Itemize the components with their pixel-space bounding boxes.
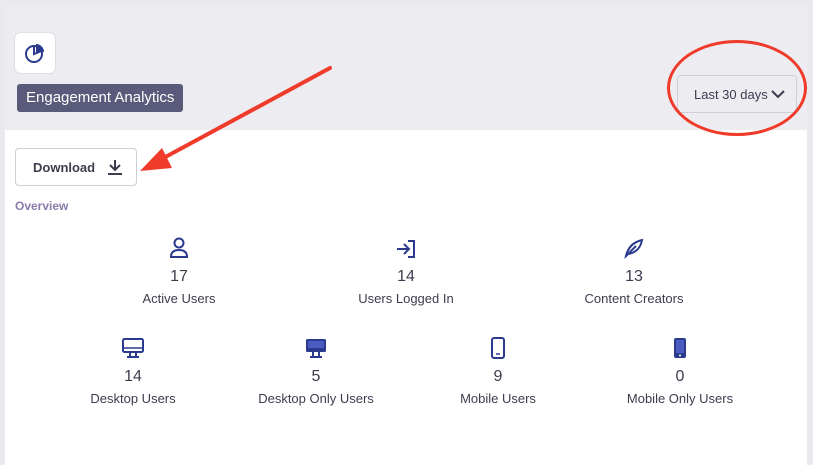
feather-icon	[544, 233, 724, 259]
overview-label: Overview	[15, 199, 69, 213]
analytics-card: Engagement Analytics Last 30 days Downlo…	[5, 5, 807, 465]
desktop-filled-icon	[226, 333, 406, 359]
stat-value: 14	[124, 368, 142, 385]
stat-value: 14	[397, 268, 415, 285]
chevron-down-icon	[771, 90, 785, 99]
download-button[interactable]: Download	[15, 148, 137, 186]
mobile-filled-icon	[590, 333, 770, 359]
stat-label: Mobile Users	[460, 391, 536, 406]
stat-users-logged-in: 14 Users Logged In	[316, 233, 496, 307]
stat-label: Desktop Only Users	[258, 391, 374, 406]
stat-value: 0	[675, 368, 685, 385]
stat-label: Desktop Users	[90, 391, 176, 406]
card-header: Engagement Analytics Last 30 days	[5, 5, 807, 130]
stat-mobile-users: 9 Mobile Users	[408, 333, 588, 407]
pie-chart-icon	[15, 33, 55, 73]
stat-label: Mobile Only Users	[626, 391, 734, 406]
stat-label: Users Logged In	[358, 291, 454, 306]
date-range-select[interactable]: Last 30 days	[677, 75, 797, 113]
stat-desktop-users: 14 Desktop Users	[43, 333, 223, 407]
stat-mobile-only-users: 0 Mobile Only Users	[590, 333, 770, 407]
user-icon	[89, 233, 269, 259]
login-icon	[316, 233, 496, 259]
desktop-icon	[43, 333, 223, 359]
stat-label: Content Creators	[584, 291, 684, 306]
stat-label: Active Users	[142, 291, 216, 306]
stat-desktop-only-users: 5 Desktop Only Users	[226, 333, 406, 407]
date-range-value: Last 30 days	[694, 86, 768, 102]
page-title: Engagement Analytics	[17, 84, 184, 112]
stat-value: 17	[170, 268, 188, 285]
stat-content-creators: 13 Content Creators	[544, 233, 724, 307]
stat-value: 9	[493, 368, 503, 385]
download-label: Download	[33, 159, 96, 175]
stat-value: 13	[625, 268, 643, 285]
stat-value: 5	[311, 368, 321, 385]
download-icon	[108, 160, 122, 175]
mobile-icon	[408, 333, 588, 359]
stat-active-users: 17 Active Users	[89, 233, 269, 307]
